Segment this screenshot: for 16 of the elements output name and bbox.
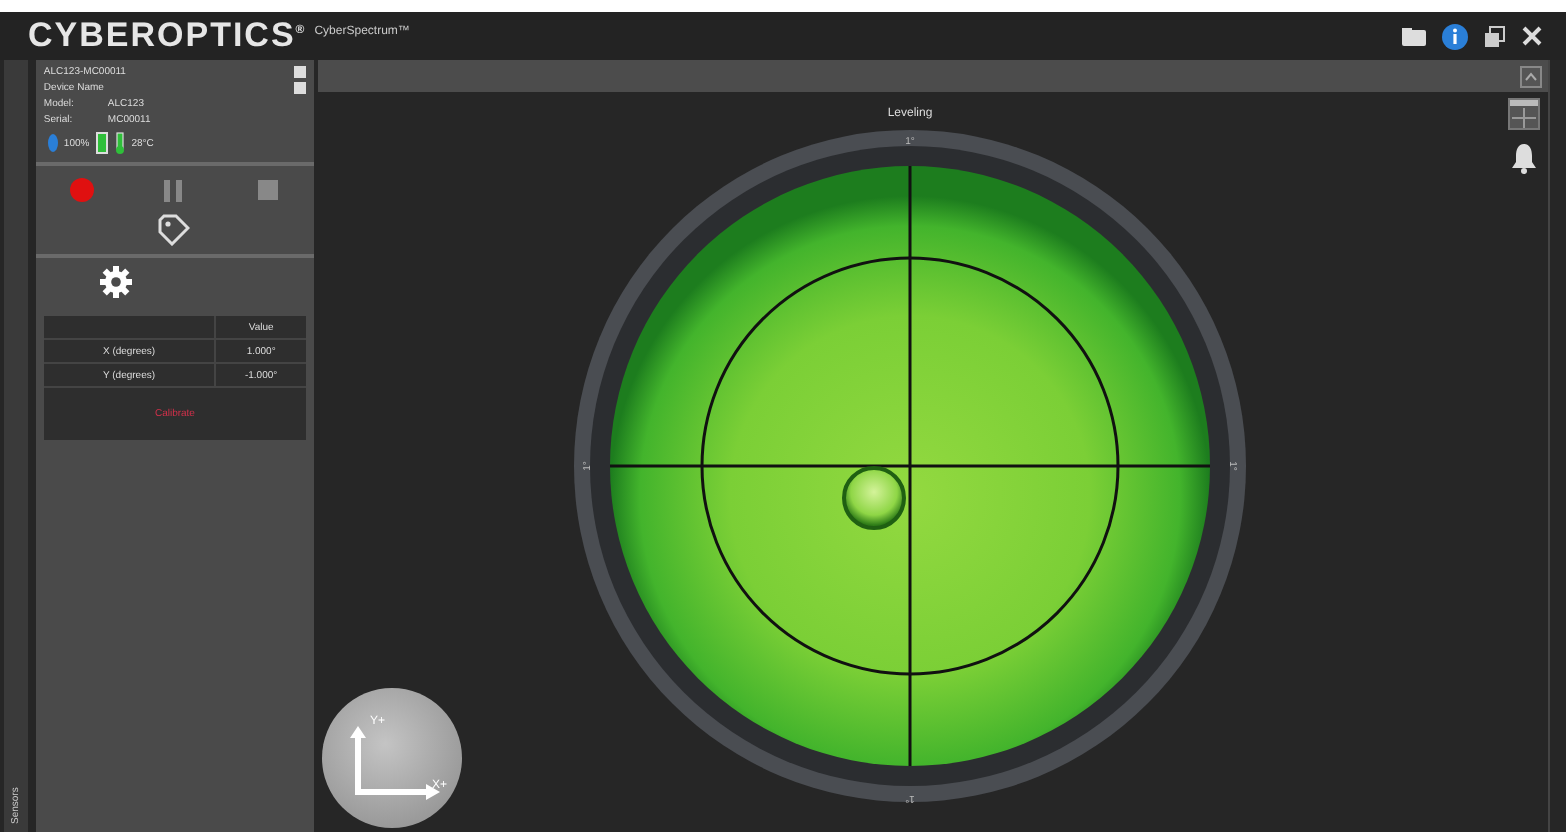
brand-logo: CYBEROPTICS$^{®}$ bbox=[28, 16, 307, 56]
pause-icon bbox=[164, 179, 185, 201]
bluetooth-icon bbox=[47, 134, 58, 152]
expand-icon[interactable] bbox=[1520, 65, 1542, 87]
grid-icon[interactable] bbox=[1508, 98, 1540, 130]
restore-icon[interactable] bbox=[1484, 25, 1506, 47]
settings-icon[interactable] bbox=[99, 266, 132, 298]
folder-icon[interactable] bbox=[1402, 27, 1426, 45]
battery-icon bbox=[95, 132, 108, 154]
tag-icon[interactable] bbox=[158, 214, 191, 246]
stop-icon bbox=[257, 180, 278, 200]
level-bubble bbox=[842, 466, 906, 530]
close-icon[interactable] bbox=[1522, 26, 1542, 46]
info-icon[interactable] bbox=[1442, 23, 1468, 49]
bell-icon[interactable] bbox=[1510, 142, 1538, 174]
thermometer-icon bbox=[113, 132, 126, 154]
